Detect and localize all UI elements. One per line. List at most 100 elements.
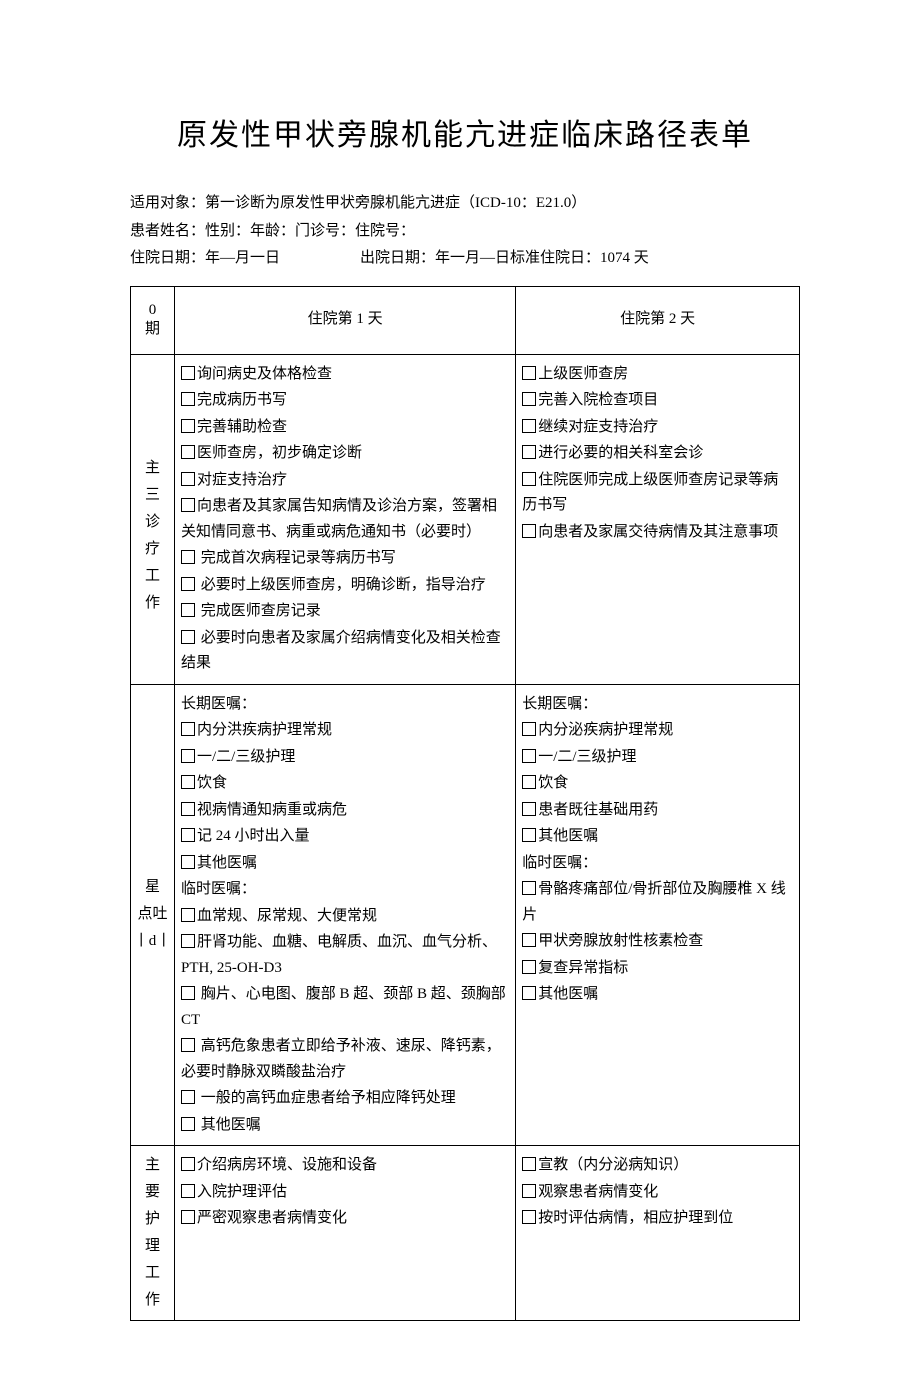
table-row: 星点吐丨d丨 长期医嘱：内分洪疾病护理常规一/二/三级护理饮食视病情通知病重或病… — [131, 684, 800, 1146]
checkbox-icon[interactable] — [181, 1090, 195, 1104]
item-text: 一/二/三级护理 — [197, 749, 295, 765]
checkbox-icon[interactable] — [181, 749, 195, 763]
meta-line-scope: 适用对象：第一诊断为原发性甲状旁腺机能亢进症（ICD-10：E21.0） — [130, 191, 800, 217]
checkbox-icon[interactable] — [181, 1157, 195, 1171]
checkbox-icon[interactable] — [522, 722, 536, 736]
checkbox-icon[interactable] — [522, 392, 536, 406]
checkbox-icon[interactable] — [522, 802, 536, 816]
checkbox-icon[interactable] — [181, 986, 195, 1000]
checkbox-icon[interactable] — [181, 1038, 195, 1052]
checkbox-icon[interactable] — [181, 392, 195, 406]
vertical-char: 护 — [133, 1206, 172, 1233]
list-item: 完善入院检查项目 — [522, 388, 793, 414]
list-item: 必要时向患者及家属介绍病情变化及相关检查结果 — [181, 626, 509, 677]
checkbox-icon[interactable] — [181, 366, 195, 380]
checkbox-icon[interactable] — [181, 1184, 195, 1198]
list-item: 视病情通知病重或病危 — [181, 798, 509, 824]
pathway-table: 0 期 住院第 1 天 住院第 2 天 主三诊疗工作 询问病史及体格检查完成病历… — [130, 286, 800, 1322]
checkbox-icon[interactable] — [181, 1117, 195, 1131]
checkbox-icon[interactable] — [522, 1210, 536, 1224]
checkbox-icon[interactable] — [522, 524, 536, 538]
list-item: 肝肾功能、血糖、电解质、血沉、血气分析、PTH, 25-OH-D3 — [181, 930, 509, 981]
list-item: 其他医嘱 — [522, 982, 793, 1008]
checkbox-icon[interactable] — [181, 419, 195, 433]
checkbox-icon[interactable] — [181, 855, 195, 869]
checkbox-icon[interactable] — [522, 366, 536, 380]
vertical-char: 理 — [133, 1233, 172, 1260]
period-head: 0 期 — [131, 286, 175, 354]
meta-block: 适用对象：第一诊断为原发性甲状旁腺机能亢进症（ICD-10：E21.0） 患者姓… — [130, 191, 800, 272]
list-item: 住院医师完成上级医师查房记录等病历书写 — [522, 468, 793, 519]
item-text: 临时医嘱： — [181, 881, 256, 897]
checkbox-icon[interactable] — [181, 934, 195, 948]
item-text: 完善入院检查项目 — [538, 392, 658, 408]
item-text: 完成医师查房记录 — [201, 603, 321, 619]
checkbox-icon[interactable] — [522, 749, 536, 763]
checkbox-icon[interactable] — [181, 630, 195, 644]
checkbox-icon[interactable] — [522, 933, 536, 947]
orders-day2: 长期医嘱：内分泌疾病护理常规一/二/三级护理饮食患者既往基础用药其他医嘱临时医嘱… — [516, 684, 800, 1146]
item-text: 医师查房，初步确定诊断 — [197, 445, 362, 461]
item-text: 长期医嘱： — [181, 696, 256, 712]
main-work-day2: 上级医师查房完善入院检查项目继续对症支持治疗进行必要的相关科室会诊住院医师完成上… — [516, 354, 800, 684]
list-item: 继续对症支持治疗 — [522, 415, 793, 441]
item-text: 高钙危象患者立即给予补液、速尿、降钙素，必要时静脉双瞵酸盐治疗 — [181, 1038, 501, 1080]
item-text: 继续对症支持治疗 — [538, 419, 658, 435]
checkbox-icon[interactable] — [181, 472, 195, 486]
vertical-char: 主 — [133, 455, 172, 482]
checkbox-icon[interactable] — [181, 908, 195, 922]
list-item: 临时医嘱： — [522, 851, 793, 877]
list-item: 医师查房，初步确定诊断 — [181, 441, 509, 467]
list-item: 其他医嘱 — [181, 851, 509, 877]
checkbox-icon[interactable] — [181, 603, 195, 617]
item-text: 饮食 — [538, 775, 568, 791]
item-text: 按时评估病情，相应护理到位 — [538, 1210, 733, 1226]
checkbox-icon[interactable] — [522, 986, 536, 1000]
vertical-char: 工 — [133, 1260, 172, 1287]
checkbox-icon[interactable] — [522, 419, 536, 433]
checkbox-icon[interactable] — [181, 550, 195, 564]
checkbox-icon[interactable] — [181, 445, 195, 459]
item-text: 必要时向患者及家属介绍病情变化及相关检查结果 — [181, 630, 501, 672]
checkbox-icon[interactable] — [522, 472, 536, 486]
list-item: 宣教（内分泌病知识） — [522, 1153, 793, 1179]
item-text: 住院医师完成上级医师查房记录等病历书写 — [522, 472, 778, 514]
checkbox-icon[interactable] — [522, 1157, 536, 1171]
checkbox-icon[interactable] — [181, 577, 195, 591]
vertical-char: 诊 — [133, 509, 172, 536]
list-item: 按时评估病情，相应护理到位 — [522, 1206, 793, 1232]
row-label-nursing: 主要护理工作 — [131, 1146, 175, 1321]
item-text: 其他医嘱 — [538, 986, 598, 1002]
item-text: 必要时上级医师查房，明确诊断，指导治疗 — [201, 577, 486, 593]
checkbox-icon[interactable] — [181, 802, 195, 816]
item-text: 内分泌疾病护理常规 — [538, 722, 673, 738]
meta-admit-date: 住院日期：年—月一日 — [130, 246, 280, 272]
checkbox-icon[interactable] — [522, 445, 536, 459]
list-item: 临时医嘱： — [181, 877, 509, 903]
checkbox-icon[interactable] — [181, 722, 195, 736]
item-text: 复查异常指标 — [538, 960, 628, 976]
vertical-char: 作 — [133, 590, 172, 617]
checkbox-icon[interactable] — [181, 1210, 195, 1224]
list-item: 必要时上级医师查房，明确诊断，指导治疗 — [181, 573, 509, 599]
nursing-day1: 介绍病房环境、设施和设备入院护理评估严密观察患者病情变化 — [175, 1146, 516, 1321]
item-text: 观察患者病情变化 — [538, 1184, 658, 1200]
checkbox-icon[interactable] — [181, 498, 195, 512]
checkbox-icon[interactable] — [522, 775, 536, 789]
list-item: 胸片、心电图、腹部 B 超、颈部 B 超、颈胸部 CT — [181, 982, 509, 1033]
vertical-char: 要 — [133, 1179, 172, 1206]
item-text: 一般的高钙血症患者给予相应降钙处理 — [201, 1090, 456, 1106]
main-work-day1: 询问病史及体格检查完成病历书写完善辅助检查医师查房，初步确定诊断对症支持治疗向患… — [175, 354, 516, 684]
checkbox-icon[interactable] — [181, 828, 195, 842]
checkbox-icon[interactable] — [522, 960, 536, 974]
list-item: 进行必要的相关科室会诊 — [522, 441, 793, 467]
checkbox-icon[interactable] — [522, 828, 536, 842]
list-item: 内分洪疾病护理常规 — [181, 718, 509, 744]
vertical-char: 三 — [133, 482, 172, 509]
list-item: 上级医师查房 — [522, 362, 793, 388]
checkbox-icon[interactable] — [522, 881, 536, 895]
list-item: 观察患者病情变化 — [522, 1180, 793, 1206]
checkbox-icon[interactable] — [181, 775, 195, 789]
table-row: 主三诊疗工作 询问病史及体格检查完成病历书写完善辅助检查医师查房，初步确定诊断对… — [131, 354, 800, 684]
checkbox-icon[interactable] — [522, 1184, 536, 1198]
